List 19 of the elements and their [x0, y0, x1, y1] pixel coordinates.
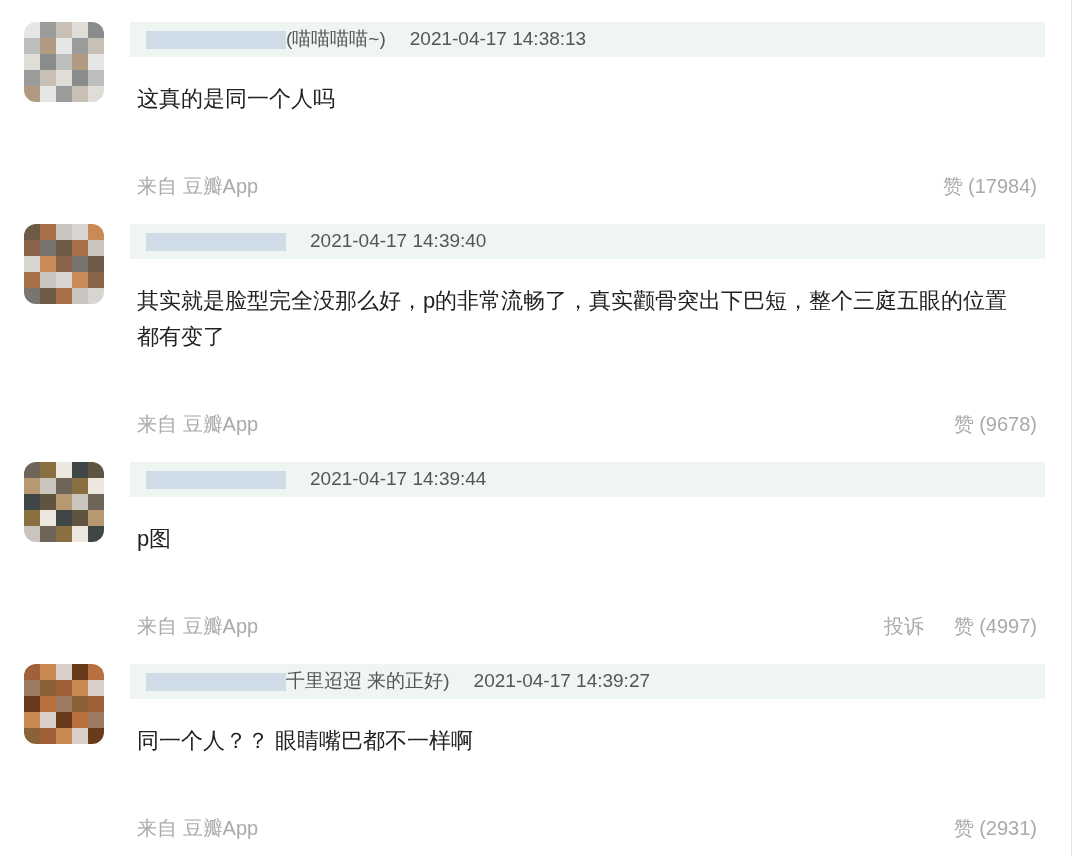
username[interactable]: (喵喵喵喵~) — [286, 25, 386, 54]
like-button[interactable]: 赞 (9678) — [953, 409, 1037, 439]
timestamp: 2021-04-17 14:38:13 — [409, 27, 587, 52]
source-label: 来自 豆瓣App — [137, 412, 259, 437]
comment-text: 同一个人？？ 眼睛嘴巴都不一样啊 — [137, 727, 475, 755]
comment-text: 这真的是同一个人吗 — [137, 85, 336, 113]
timestamp: 2021-04-17 14:39:40 — [310, 229, 487, 254]
username[interactable]: 千里迢迢 来的正好) — [286, 667, 450, 696]
report-link[interactable]: 投诉 — [883, 611, 924, 641]
source-label: 来自 豆瓣App — [137, 174, 259, 199]
timestamp: 2021-04-17 14:39:27 — [473, 669, 651, 694]
like-button[interactable]: 赞 (2931) — [953, 813, 1037, 843]
like-button[interactable]: 赞 (4997) — [953, 611, 1037, 641]
comment-text: 其实就是脸型完全没那么好，p的非常流畅了，真实颧骨突出下巴短，整个三庭五眼的位置都有变了 — [137, 287, 1009, 351]
timestamp: 2021-04-17 14:39:44 — [310, 467, 487, 492]
comment-text: p图 — [137, 525, 173, 553]
like-button[interactable]: 赞 (17984) — [942, 171, 1037, 201]
source-label: 来自 豆瓣App — [137, 816, 259, 841]
source-label: 来自 豆瓣App — [137, 614, 259, 639]
